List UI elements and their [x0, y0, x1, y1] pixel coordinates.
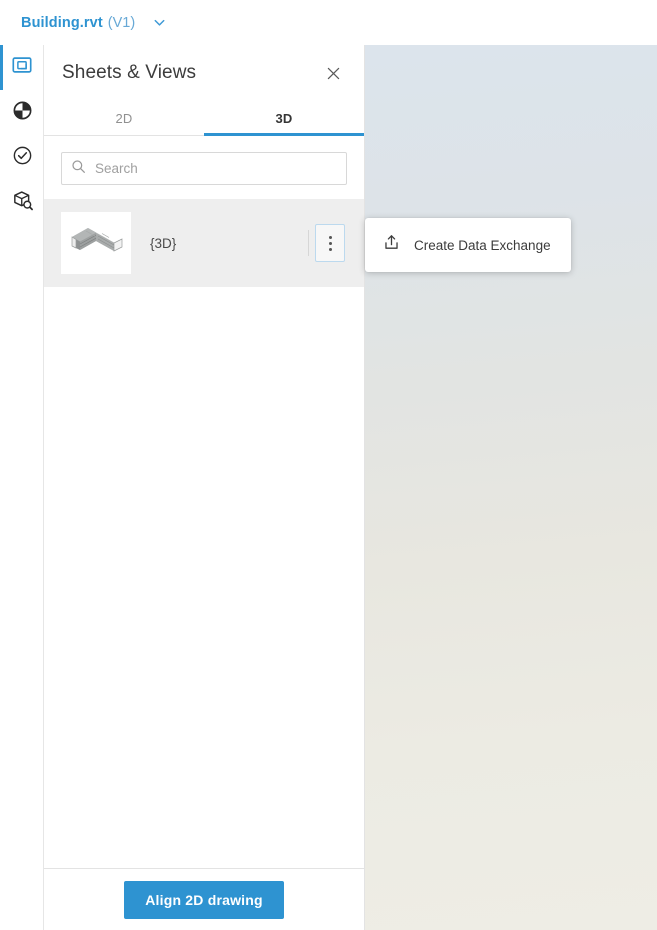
document-version: (V1): [107, 14, 136, 31]
upload-icon: [382, 233, 401, 257]
list-item[interactable]: {3D}: [44, 199, 364, 287]
cube-search-icon: [11, 189, 34, 217]
sidebar-item-model-browser[interactable]: [0, 180, 44, 225]
left-icon-rail: [0, 45, 44, 930]
search-container: [44, 136, 364, 199]
model-viewer-canvas[interactable]: [365, 45, 657, 930]
document-title[interactable]: Building.rvt: [21, 15, 103, 31]
search-icon: [71, 159, 86, 179]
sidebar-item-sheets-and-views[interactable]: [0, 45, 44, 90]
views-list: {3D}: [44, 199, 364, 868]
contrast-circle-icon: [12, 100, 33, 126]
kebab-dot: [328, 247, 332, 251]
menu-item-label: Create Data Exchange: [414, 237, 551, 253]
panel-header: Sheets & Views: [44, 45, 364, 101]
search-input[interactable]: [95, 161, 337, 176]
view-name: {3D}: [150, 235, 177, 251]
close-icon[interactable]: [320, 60, 346, 86]
sheet-views-icon: [11, 54, 33, 81]
align-2d-drawing-button[interactable]: Align 2D drawing: [124, 880, 284, 919]
page-title: Sheets & Views: [62, 62, 197, 83]
kebab-dot: [328, 235, 332, 239]
tab-3d[interactable]: 3D: [204, 101, 364, 136]
application-window: Building.rvt (V1) Sheets & Views 2D 3D S…: [0, 0, 657, 930]
kebab-dot: [328, 241, 332, 245]
top-bar: Building.rvt (V1): [0, 0, 657, 45]
chevron-down-icon[interactable]: [149, 12, 170, 33]
panel-footer: Align 2D drawing: [44, 868, 364, 930]
isometric-building-thumbnail: [61, 212, 131, 274]
panel-tabs: 2D 3D: [44, 101, 364, 136]
kebab-menu-icon[interactable]: [315, 224, 345, 262]
sheets-and-views-panel: Sheets & Views 2D 3D Search {3D} Align 2…: [44, 45, 365, 930]
sidebar-item-model-appearance[interactable]: [0, 90, 44, 135]
search-box[interactable]: [61, 152, 347, 185]
row-divider: [308, 230, 309, 256]
menu-item-create-data-exchange[interactable]: Create Data Exchange: [382, 218, 571, 272]
context-menu: Create Data Exchange: [365, 218, 571, 272]
check-circle-icon: [12, 145, 33, 171]
tab-2d[interactable]: 2D: [44, 101, 204, 135]
sidebar-item-issues[interactable]: [0, 135, 44, 180]
